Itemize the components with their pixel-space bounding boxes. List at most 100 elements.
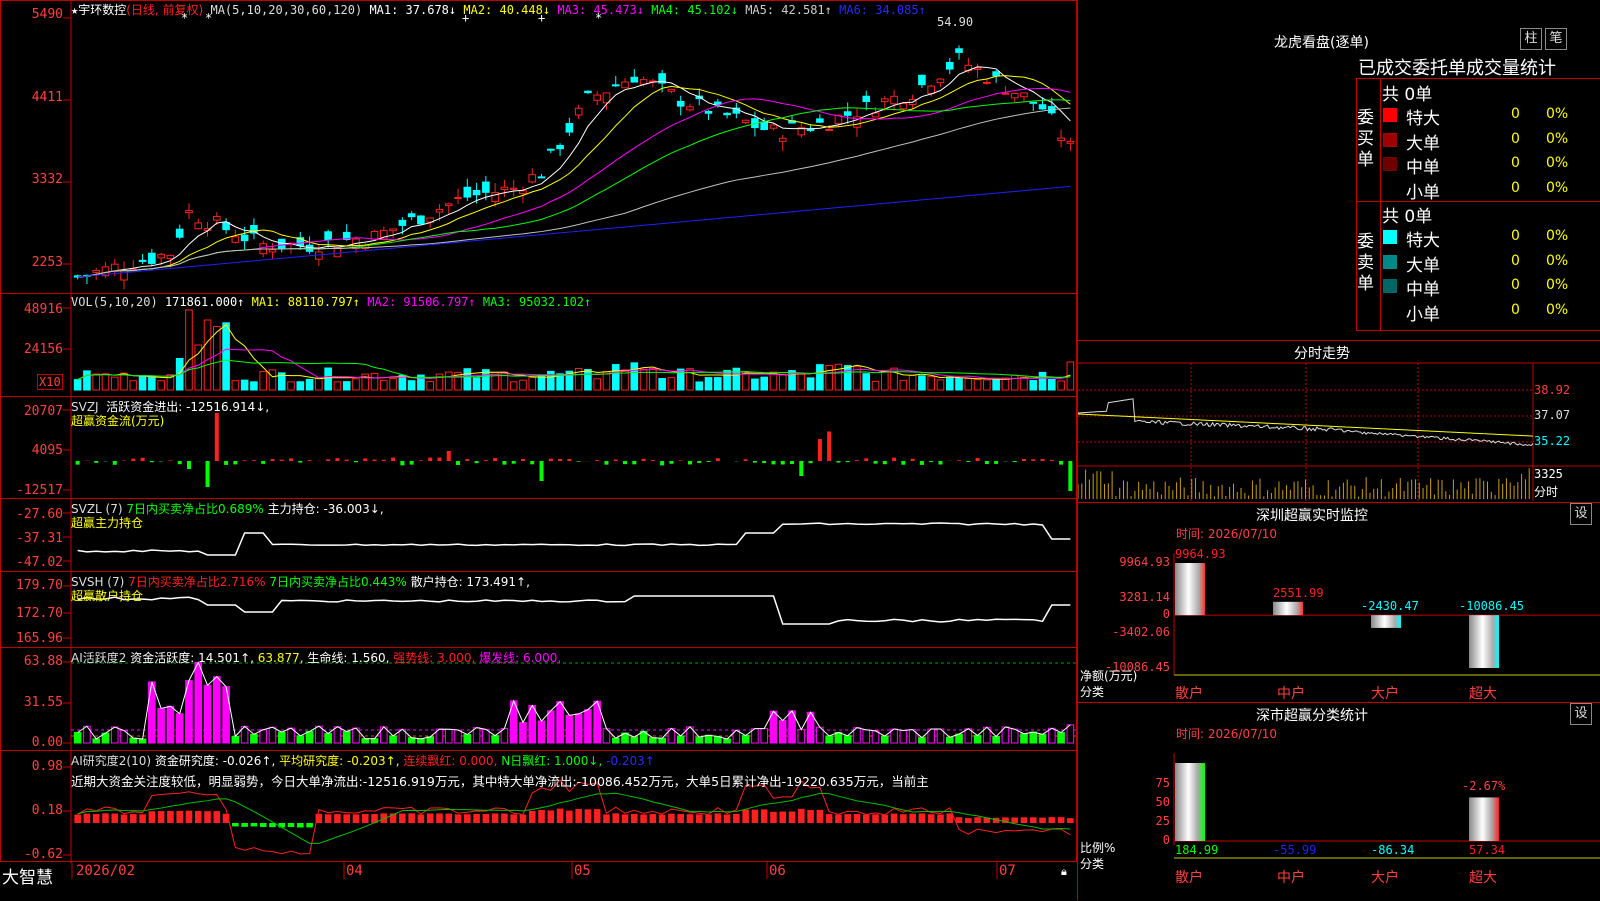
svsh-seg2: 7日内买卖净占比0.443% [269, 575, 406, 589]
svzl-seg1: 7日内买卖净占比0.689% [126, 502, 263, 516]
ma-6: MA6: 34.085↑ [839, 3, 926, 17]
dragon-tab-header[interactable]: 已成交委托单成交量统计 [1358, 54, 1556, 80]
monitor-ylabel: 净额(万元) [1080, 667, 1137, 684]
classification-category: 中户 [1277, 867, 1305, 887]
svsh-ytick: 165.96 [1, 631, 63, 646]
monitor-bar[interactable] [1175, 563, 1205, 615]
buy-swatch [1383, 108, 1397, 122]
svzj-ytick: 4095 [1, 443, 63, 458]
monitor-bar[interactable] [1469, 615, 1499, 668]
sell-swatch [1383, 304, 1397, 318]
buy-row-value: 0 [1511, 106, 1520, 122]
ai2-seg4: N日飘红: 1.000↓, [501, 754, 602, 768]
svzl-ytick: -47.02 [1, 555, 63, 570]
svsh-ytick: 179.70 [1, 578, 63, 593]
ai2-ytick: -0.62 [1, 847, 63, 862]
monitor-ytick: 3281.14 [1119, 590, 1170, 604]
buy-side-label: 委买单 [1357, 108, 1379, 171]
sell-row-value: 0 [1511, 253, 1520, 269]
sell-row-value: 0 [1511, 228, 1520, 244]
ai1-seg2: 63.877, [258, 651, 304, 665]
classification-bar[interactable] [1175, 763, 1205, 841]
buy-row-pct: 0% [1546, 180, 1568, 196]
classification-bar[interactable] [1469, 797, 1499, 841]
vol-ytick: 48916 [1, 302, 63, 317]
svsh-panel[interactable]: SVSH (7) 7日内买卖净占比2.716% 7日内买卖净占比0.443% 散… [0, 571, 1077, 648]
svzj-panel[interactable]: SVZJ 活跃资金进出: -12516.914↓, 超赢资金流(万元) 2070… [0, 396, 1077, 499]
buy-row-name: 中单 [1406, 153, 1440, 178]
ai1-title: AI活跃度2 [71, 651, 126, 665]
dragon-panel: 龙虎看盘(逐单) 柱 笔 已成交委托单成交量统计 委买单 委卖单 共 0单特大0… [1078, 0, 1600, 340]
classification-panel[interactable]: 深市超赢分类统计 设 时间: 2026/07/10 7550250184.99散… [1078, 702, 1600, 900]
classification-category: 散户 [1175, 867, 1203, 887]
monitor-bar[interactable] [1273, 602, 1303, 615]
event-marker[interactable]: * [205, 11, 212, 25]
ma-4: MA4: 45.102↓ [651, 3, 738, 17]
sell-swatch [1383, 279, 1397, 293]
x-tick: 06 [769, 863, 786, 879]
period-label[interactable]: (日线, 前复权) [126, 3, 203, 17]
ai1-ytick: 31.55 [1, 695, 63, 710]
sell-row-name: 大单 [1406, 251, 1440, 276]
buy-swatch [1383, 157, 1397, 171]
classification-xlabel: 分类 [1080, 855, 1104, 872]
svzl-panel[interactable]: SVZL (7) 7日内买卖净占比0.689% 主力持仓: -36.003↓, … [0, 498, 1077, 572]
ai1-seg4: 强势线: 3.000, [393, 651, 475, 665]
ai1-seg1: 资金活跃度: 14.501↑, [130, 651, 254, 665]
ai-activity-panel[interactable]: AI活跃度2 资金活跃度: 14.501↑, 63.877, 生命线: 1.56… [0, 647, 1077, 751]
intraday-chart[interactable] [1078, 341, 1600, 501]
ai2-ytick: 0.98 [1, 759, 63, 774]
intraday-panel[interactable]: 分时走势 38.92 37.07 35.22 3325 分时 [1078, 340, 1600, 502]
classification-bar-label: -86.34 [1371, 843, 1414, 857]
chart-area[interactable]: ★宇环数控(日线, 前复权) MA(5,10,20,30,60,120) MA1… [0, 0, 1077, 900]
monitor-bar[interactable] [1371, 615, 1401, 628]
monitor-category: 大户 [1371, 683, 1399, 703]
tick-mode-button[interactable]: 笔 [1545, 28, 1567, 50]
ai2-ytick: 0.18 [1, 803, 63, 818]
vol-unit-badge[interactable]: X10 [37, 374, 63, 390]
lock-icon[interactable]: 🔒︎ [1061, 865, 1067, 879]
classification-bar-top-label: -2.67% [1462, 779, 1505, 793]
ai-research-panel[interactable]: AI研究度2(10) 资金研究度: -0.026↑, 平均研究度: -0.203… [0, 750, 1077, 862]
sell-swatch [1383, 255, 1397, 269]
sell-row-pct: 0% [1546, 228, 1568, 244]
stock-name: 宇环数控 [78, 3, 126, 17]
sell-row-pct: 0% [1546, 277, 1568, 293]
vol-ma-2: MA2: 91506.797↑ [367, 295, 475, 309]
buy-row-value: 0 [1511, 155, 1520, 171]
kline-ytick: 5490 [1, 7, 63, 22]
svsh-subtitle: 超赢散户持仓 [71, 587, 143, 604]
intraday-unit: 分时 [1534, 483, 1558, 500]
buy-row-value: 0 [1511, 180, 1520, 196]
monitor-xlabel: 分类 [1080, 683, 1104, 700]
monitor-category: 中户 [1277, 683, 1305, 703]
kline-panel[interactable]: ★宇环数控(日线, 前复权) MA(5,10,20,30,60,120) MA1… [0, 0, 1077, 294]
volume-chart[interactable] [1, 294, 1078, 398]
sell-row-value: 0 [1511, 302, 1520, 318]
event-marker[interactable]: + [462, 11, 469, 25]
monitor-bar-label: 2551.99 [1273, 586, 1324, 600]
volume-panel[interactable]: VOL(5,10,20) 171861.000↑ MA1: 88110.797↑… [0, 293, 1077, 397]
classification-bar-label: 184.99 [1175, 843, 1218, 857]
event-marker[interactable]: * [595, 11, 602, 25]
buy-swatch [1383, 133, 1397, 147]
kline-chart[interactable] [1, 1, 1078, 295]
svzl-subtitle: 超赢主力持仓 [71, 514, 143, 531]
event-marker[interactable]: * [181, 11, 188, 25]
classification-category: 大户 [1371, 867, 1399, 887]
sell-row-value: 0 [1511, 277, 1520, 293]
buy-total: 共 0单 [1382, 80, 1432, 105]
monitor-ytick: -3402.06 [1112, 625, 1170, 639]
svzl-seg2: 主力持仓: -36.003↓, [268, 502, 384, 516]
monitor-bar-label: -10086.45 [1459, 599, 1524, 613]
buy-row-pct: 0% [1546, 106, 1568, 122]
svzj-ytick: -12517 [1, 483, 63, 498]
kline-ytick: 3332 [1, 172, 63, 187]
sell-row-pct: 0% [1546, 302, 1568, 318]
kline-header: ★宇环数控(日线, 前复权) MA(5,10,20,30,60,120) MA1… [71, 1, 926, 18]
bar-mode-button[interactable]: 柱 [1520, 28, 1542, 50]
x-tick: 2026/02 [76, 863, 135, 879]
monitor-panel[interactable]: 深圳超赢实时监控 设 时间: 2026/07/10 9964.933281.14… [1078, 502, 1600, 702]
event-marker[interactable]: + [538, 11, 545, 25]
ai2-seg1: 资金研究度: -0.026↑, [155, 754, 275, 768]
